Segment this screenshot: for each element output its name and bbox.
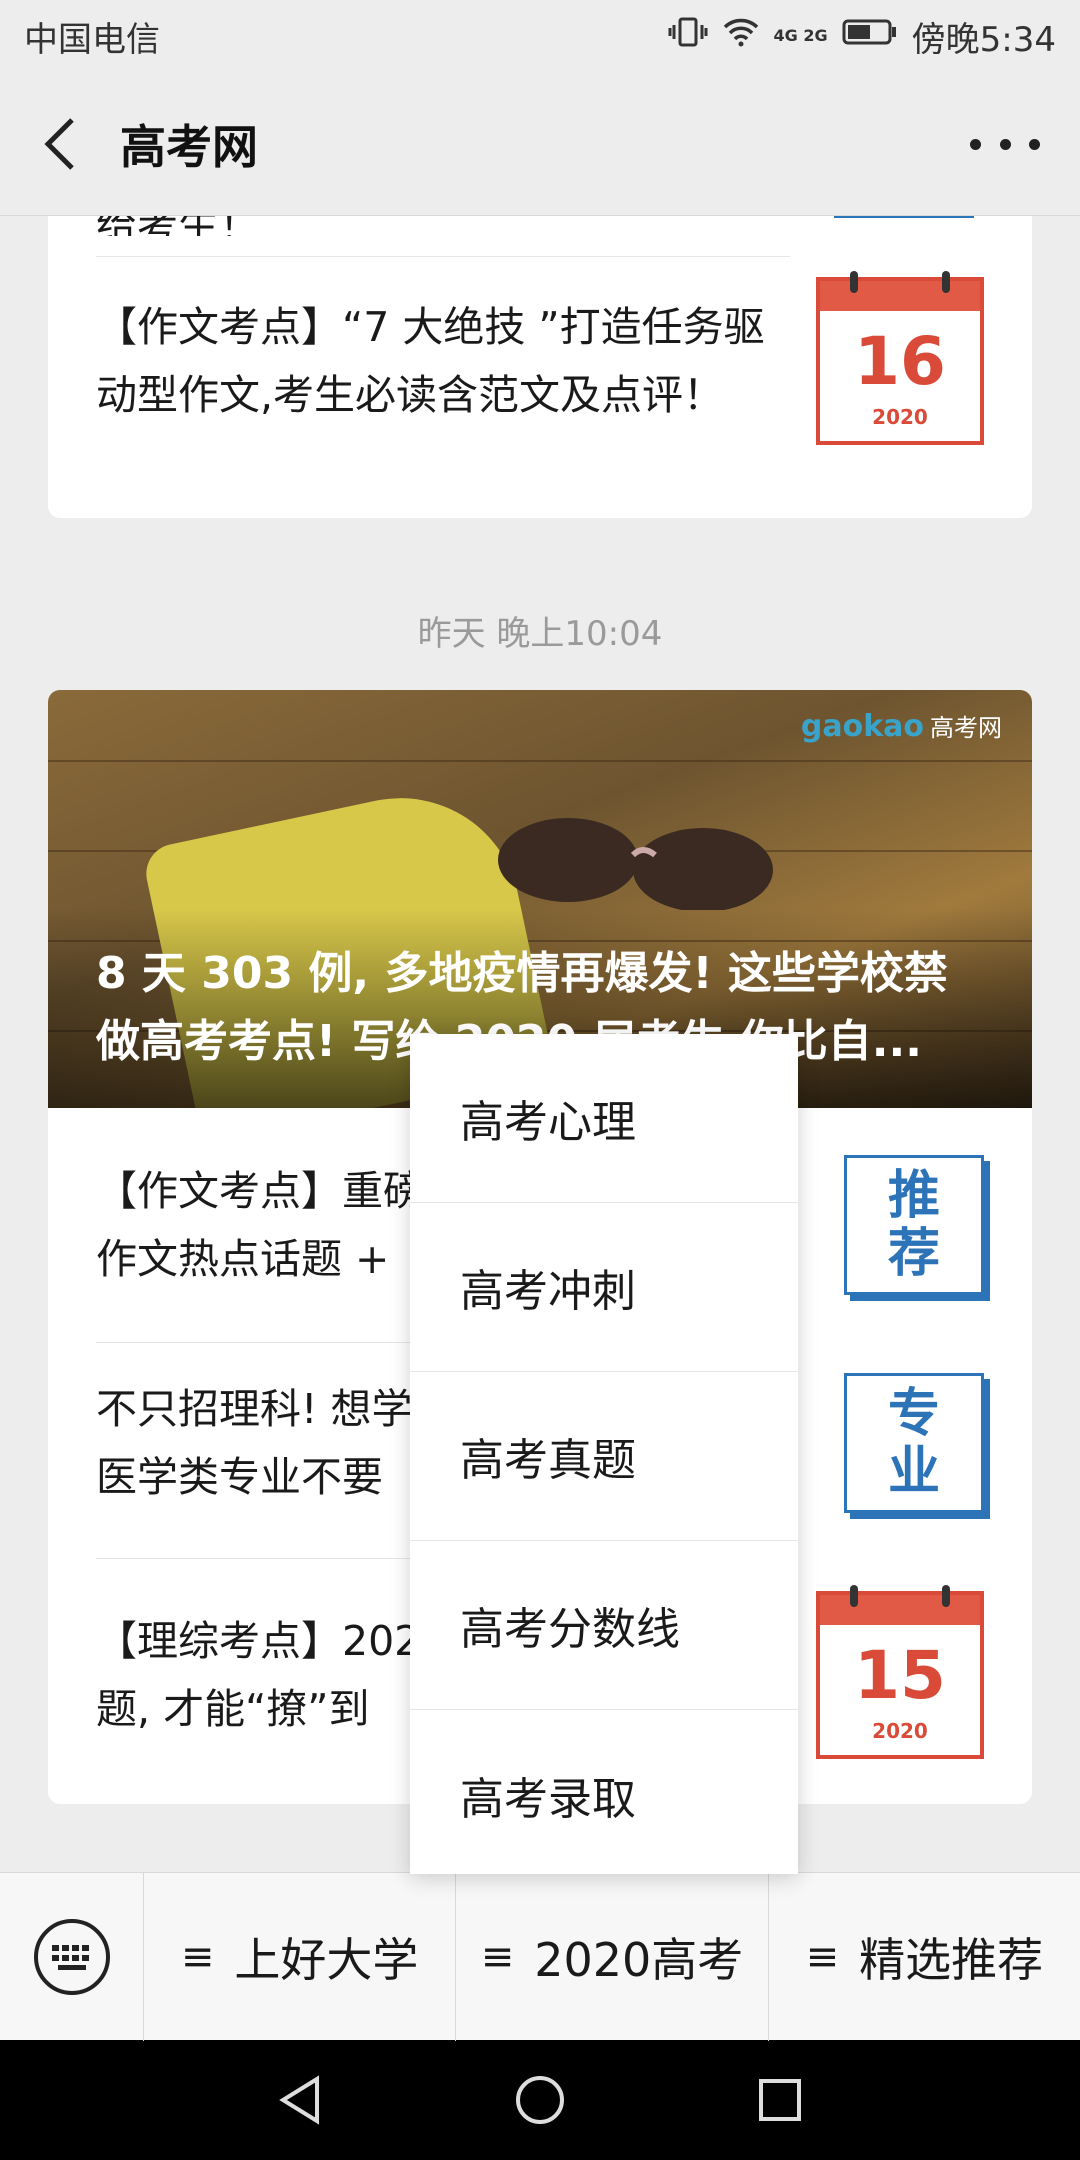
- calendar-thumbnail: 15 2020: [816, 1585, 984, 1759]
- popup-menu: 高考心理 高考冲刺 高考真题 高考分数线 高考录取: [410, 1034, 798, 1874]
- tag-thumbnail: 推 荐: [844, 1155, 984, 1295]
- tag-char: 业: [887, 1442, 940, 1502]
- system-nav-bar: [0, 2040, 1080, 2160]
- calendar-thumbnail: 16 2020: [816, 271, 984, 445]
- menu-item-past-papers[interactable]: 高考真题: [410, 1372, 798, 1541]
- clock: 傍晚5:34: [911, 19, 1056, 60]
- menu-icon: ≡: [480, 1933, 515, 1980]
- chevron-left-icon: [44, 117, 74, 170]
- bottom-menu-universities[interactable]: ≡ 上好大学: [144, 1872, 457, 2041]
- title-bar: 高考网: [0, 72, 1080, 216]
- tag-char: 推: [887, 1166, 940, 1226]
- wifi-icon: [722, 16, 760, 56]
- menu-icon: ≡: [180, 1933, 215, 1980]
- menu-item-sprint[interactable]: 高考冲刺: [410, 1203, 798, 1372]
- tag-char: 荐: [887, 1224, 940, 1284]
- article-title: 【作文考点】“7 大绝技 ”打造任务驱动型作文,考生必读含范文及点评！: [96, 303, 765, 419]
- article-partial-text: 给考生！: [96, 216, 260, 236]
- sunglasses-image: [498, 818, 773, 910]
- menu-icon: ≡: [805, 1933, 840, 1980]
- calendar-year: 2020: [872, 405, 928, 429]
- back-button[interactable]: [0, 72, 120, 216]
- list-item[interactable]: 【作文考点】“7 大绝技 ”打造任务驱动型作文,考生必读含范文及点评！ 16 2…: [96, 271, 984, 446]
- home-circle-icon[interactable]: [513, 2073, 567, 2127]
- more-icon[interactable]: [970, 122, 1040, 166]
- keyboard-icon: [33, 1918, 110, 1995]
- carrier-label: 中国电信: [24, 19, 160, 60]
- keyboard-button[interactable]: [0, 1872, 144, 2041]
- calendar-day: 15: [854, 1637, 946, 1714]
- bottom-menu-featured[interactable]: ≡ 精选推荐: [769, 1873, 1080, 2041]
- article-card-top: 给考生！ 【作文考点】“7 大绝技 ”打造任务驱动型作文,考生必读含范文及点评！…: [48, 216, 1032, 518]
- calendar-year: 2020: [872, 1719, 928, 1743]
- logo-subtext: 高考网: [930, 714, 1002, 742]
- tag-char: 专: [887, 1384, 940, 1444]
- bottom-menu-label: 精选推荐: [859, 1932, 1044, 1987]
- article-partial[interactable]: 给考生！: [96, 216, 796, 236]
- signal-icon: 4G 2G: [774, 28, 828, 44]
- battery-icon: [842, 16, 898, 56]
- back-triangle-icon[interactable]: [273, 2073, 327, 2127]
- bottom-menu-label: 2020高考: [534, 1932, 744, 1987]
- page-title: 高考网: [120, 119, 258, 174]
- status-bar: 中国电信 4G 2G 傍晚5:34: [0, 0, 1080, 72]
- bottom-menu-bar: ≡ 上好大学 ≡ 2020高考 ≡ 精选推荐: [0, 1872, 1080, 2041]
- vibrate-icon: [668, 15, 708, 58]
- tag-thumbnail: 专 业: [844, 1373, 984, 1513]
- hero-title-line: 8 天 303 例, 多地疫情再爆发! 这些学校禁: [96, 948, 948, 999]
- menu-item-score-lines[interactable]: 高考分数线: [410, 1541, 798, 1710]
- menu-item-psychology[interactable]: 高考心理: [410, 1034, 798, 1203]
- divider: [96, 256, 790, 257]
- bottom-menu-gaokao-2020[interactable]: ≡ 2020高考: [456, 1872, 769, 2041]
- brand-logo: gaokao 高考网: [801, 708, 1002, 744]
- logo-text: gaokao: [800, 709, 924, 744]
- bottom-menu-label: 上好大学: [234, 1932, 419, 1987]
- calendar-day: 16: [854, 323, 946, 400]
- network-label: 4G 2G: [773, 26, 828, 45]
- menu-item-admission[interactable]: 高考录取: [410, 1710, 798, 1879]
- recents-square-icon[interactable]: [753, 2073, 807, 2127]
- timestamp: 昨天 晚上10:04: [417, 614, 663, 654]
